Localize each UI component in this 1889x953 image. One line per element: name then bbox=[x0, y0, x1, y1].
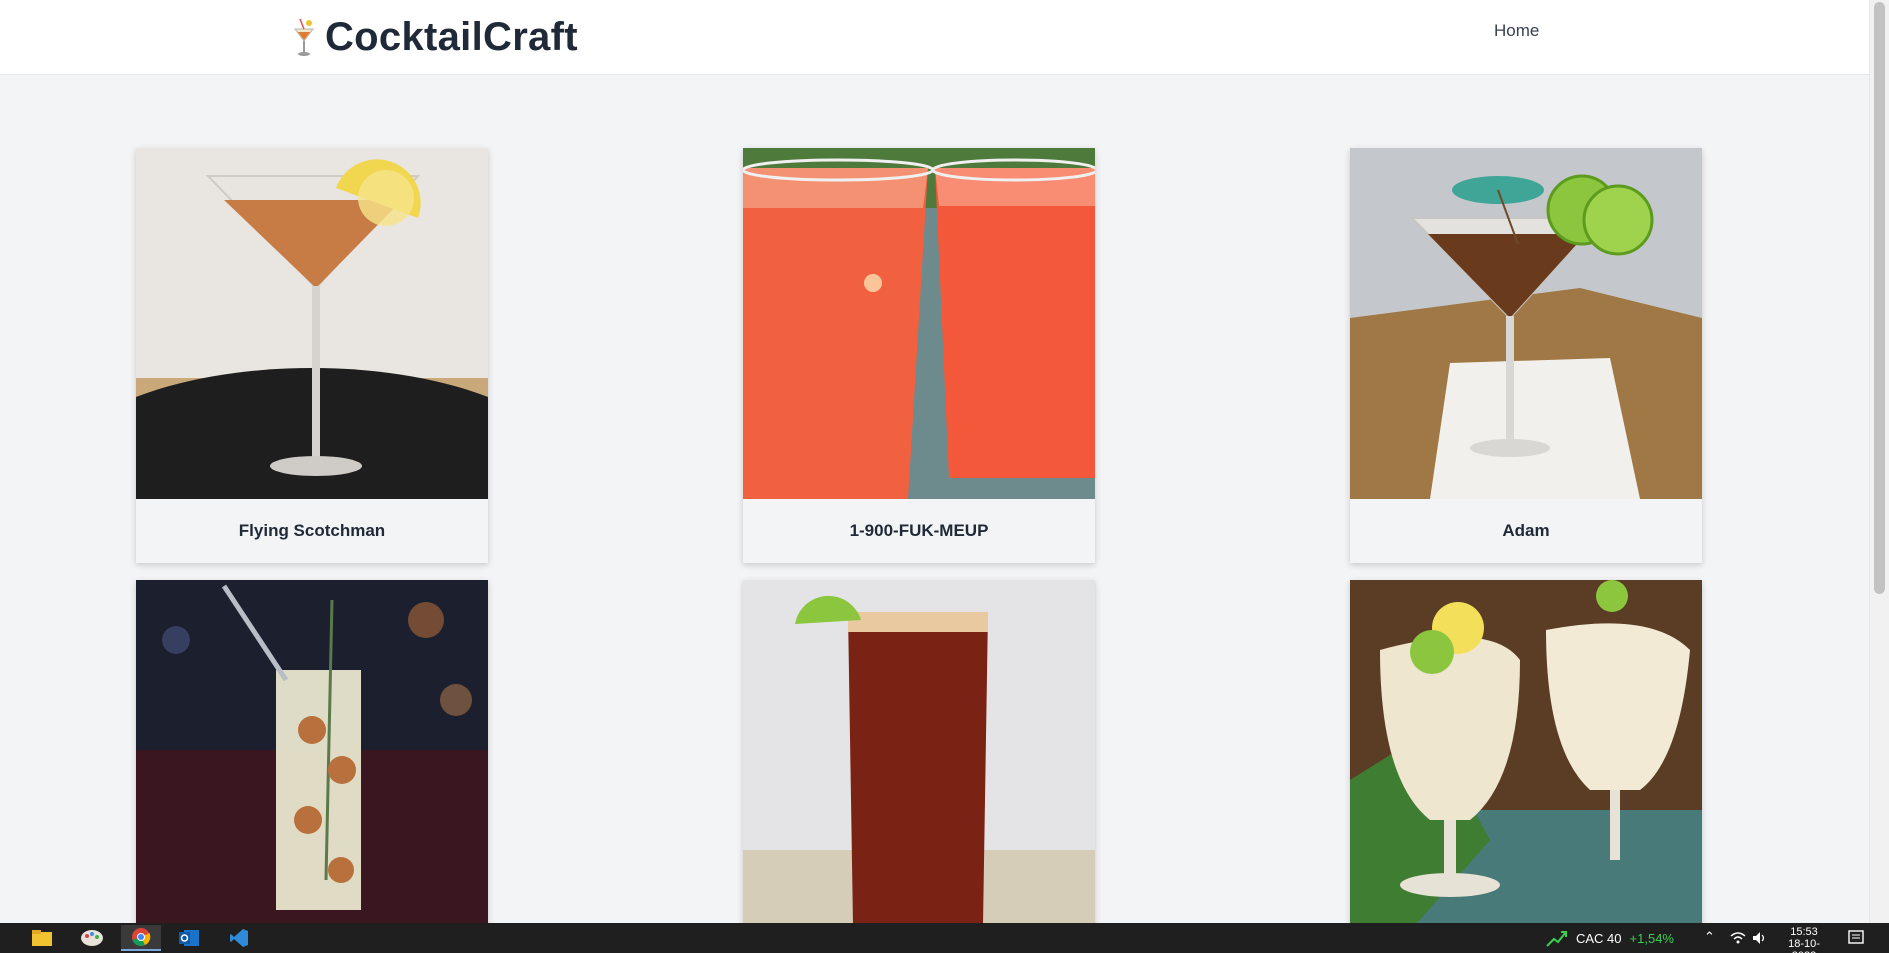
notifications-icon[interactable] bbox=[1848, 930, 1864, 946]
cocktail-photo bbox=[743, 580, 1095, 931]
cocktail-card[interactable] bbox=[743, 580, 1095, 953]
cocktail-photo bbox=[136, 580, 488, 931]
cocktail-card[interactable] bbox=[136, 580, 488, 953]
cocktail-name: 1-900-FUK-MEUP bbox=[743, 499, 1095, 563]
chrome-icon[interactable] bbox=[121, 925, 161, 951]
site-header: CocktailCraft Home bbox=[0, 0, 1869, 75]
cocktail-name: Adam bbox=[1350, 499, 1702, 563]
wifi-icon[interactable] bbox=[1730, 931, 1746, 945]
nav-home-link[interactable]: Home bbox=[1494, 21, 1539, 41]
cocktail-card[interactable]: 1-900-FUK-MEUP bbox=[743, 148, 1095, 563]
cocktail-logo-icon bbox=[294, 18, 314, 56]
chevron-up-icon[interactable]: ⌃ bbox=[1704, 929, 1715, 945]
chart-up-icon bbox=[1546, 931, 1567, 947]
cocktail-name: Flying Scotchman bbox=[136, 499, 488, 563]
clock-time: 15:53 bbox=[1790, 926, 1818, 938]
cocktail-photo bbox=[1350, 148, 1702, 499]
cocktail-photo bbox=[1350, 580, 1702, 931]
system-clock[interactable]: 15:53 18-10-2022 bbox=[1776, 926, 1832, 953]
cocktail-card[interactable]: Flying Scotchman bbox=[136, 148, 488, 563]
file-explorer-icon[interactable] bbox=[30, 927, 54, 949]
brand[interactable]: CocktailCraft bbox=[289, 8, 578, 66]
stock-widget[interactable]: CAC 40 +1,54% bbox=[1546, 929, 1674, 947]
stock-change: +1,54% bbox=[1629, 930, 1674, 946]
stock-label: CAC 40 bbox=[1576, 930, 1622, 946]
vscode-icon[interactable] bbox=[227, 927, 251, 949]
volume-icon[interactable] bbox=[1752, 931, 1768, 945]
page-scrollbar[interactable] bbox=[1869, 0, 1889, 923]
outlook-icon[interactable] bbox=[177, 927, 201, 949]
cocktail-card[interactable] bbox=[1350, 580, 1702, 953]
cocktail-card[interactable]: Adam bbox=[1350, 148, 1702, 563]
clock-date: 18-10-2022 bbox=[1788, 938, 1820, 953]
windows-taskbar: CAC 40 +1,54% ⌃ 15:53 18-10-2022 bbox=[0, 923, 1889, 953]
paint-icon[interactable] bbox=[80, 927, 104, 949]
scrollbar-thumb[interactable] bbox=[1874, 2, 1885, 594]
brand-name: CocktailCraft bbox=[325, 14, 578, 59]
cocktail-photo bbox=[136, 148, 488, 499]
cocktail-photo bbox=[743, 148, 1095, 499]
